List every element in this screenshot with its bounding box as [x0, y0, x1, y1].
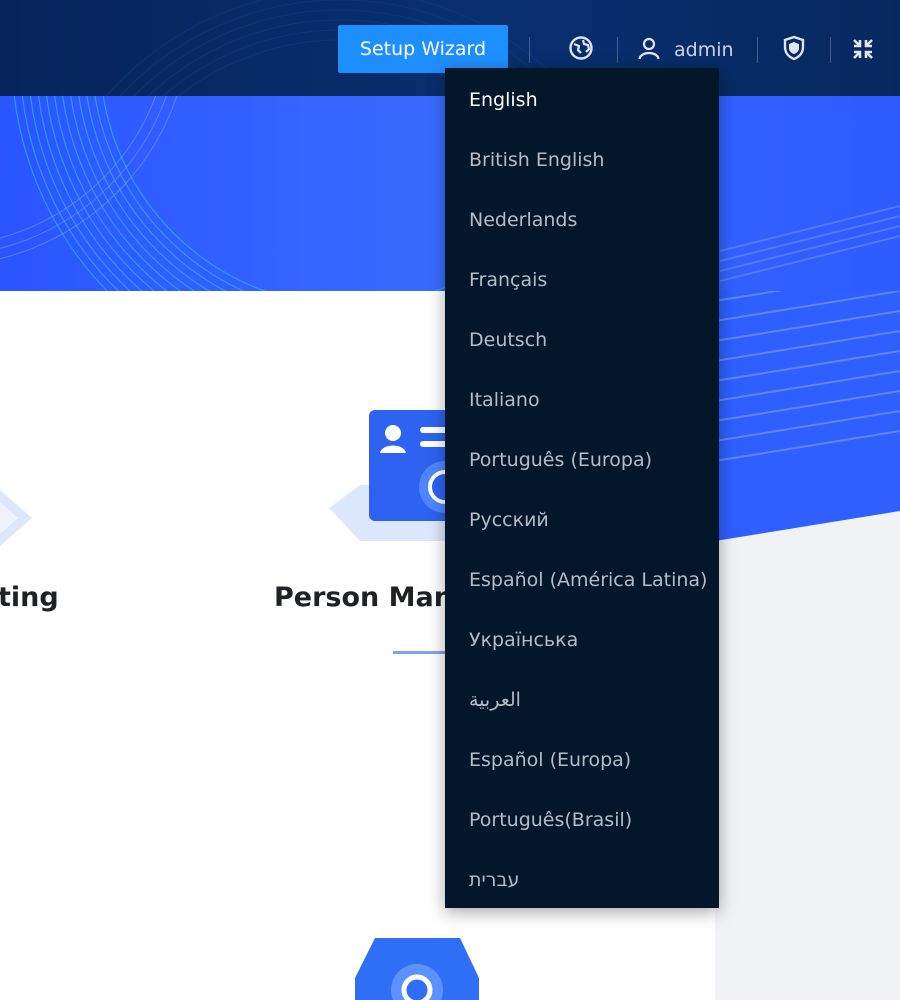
- language-option[interactable]: Français: [445, 248, 719, 308]
- user-menu[interactable]: admin: [636, 30, 734, 70]
- left-card-icon[interactable]: [0, 480, 40, 560]
- collapse-icon[interactable]: [848, 34, 878, 64]
- language-option[interactable]: Italiano: [445, 368, 719, 428]
- language-icon[interactable]: [566, 33, 596, 63]
- language-option[interactable]: Українська: [445, 608, 719, 668]
- language-option[interactable]: Português (Europa): [445, 428, 719, 488]
- header-divider: [529, 37, 530, 63]
- settings-card-icon[interactable]: [355, 938, 480, 1000]
- setup-wizard-button[interactable]: Setup Wizard: [338, 25, 508, 73]
- language-option[interactable]: עברית: [445, 848, 719, 908]
- language-option[interactable]: Español (América Latina): [445, 548, 719, 608]
- language-option[interactable]: Español (Europa): [445, 728, 719, 788]
- header-divider: [617, 37, 618, 63]
- user-icon: [636, 35, 662, 65]
- language-option[interactable]: Nederlands: [445, 188, 719, 248]
- language-option[interactable]: British English: [445, 128, 719, 188]
- header-divider: [757, 37, 758, 63]
- language-option[interactable]: Русский: [445, 488, 719, 548]
- language-option[interactable]: العربية: [445, 668, 719, 728]
- language-option[interactable]: Deutsch: [445, 308, 719, 368]
- language-option[interactable]: Português(Brasil): [445, 788, 719, 848]
- shield-icon[interactable]: [780, 34, 808, 62]
- username-label: admin: [674, 39, 734, 61]
- language-dropdown[interactable]: English British English Nederlands Franç…: [445, 68, 719, 908]
- person-management-title[interactable]: Person Mana: [274, 582, 471, 613]
- language-option[interactable]: English: [445, 68, 719, 128]
- active-card-underline: [393, 651, 453, 654]
- left-card-title[interactable]: ting: [0, 582, 59, 613]
- side-wave-decoration: [715, 291, 900, 541]
- person-management-icon[interactable]: [325, 405, 455, 545]
- header-divider: [830, 37, 831, 63]
